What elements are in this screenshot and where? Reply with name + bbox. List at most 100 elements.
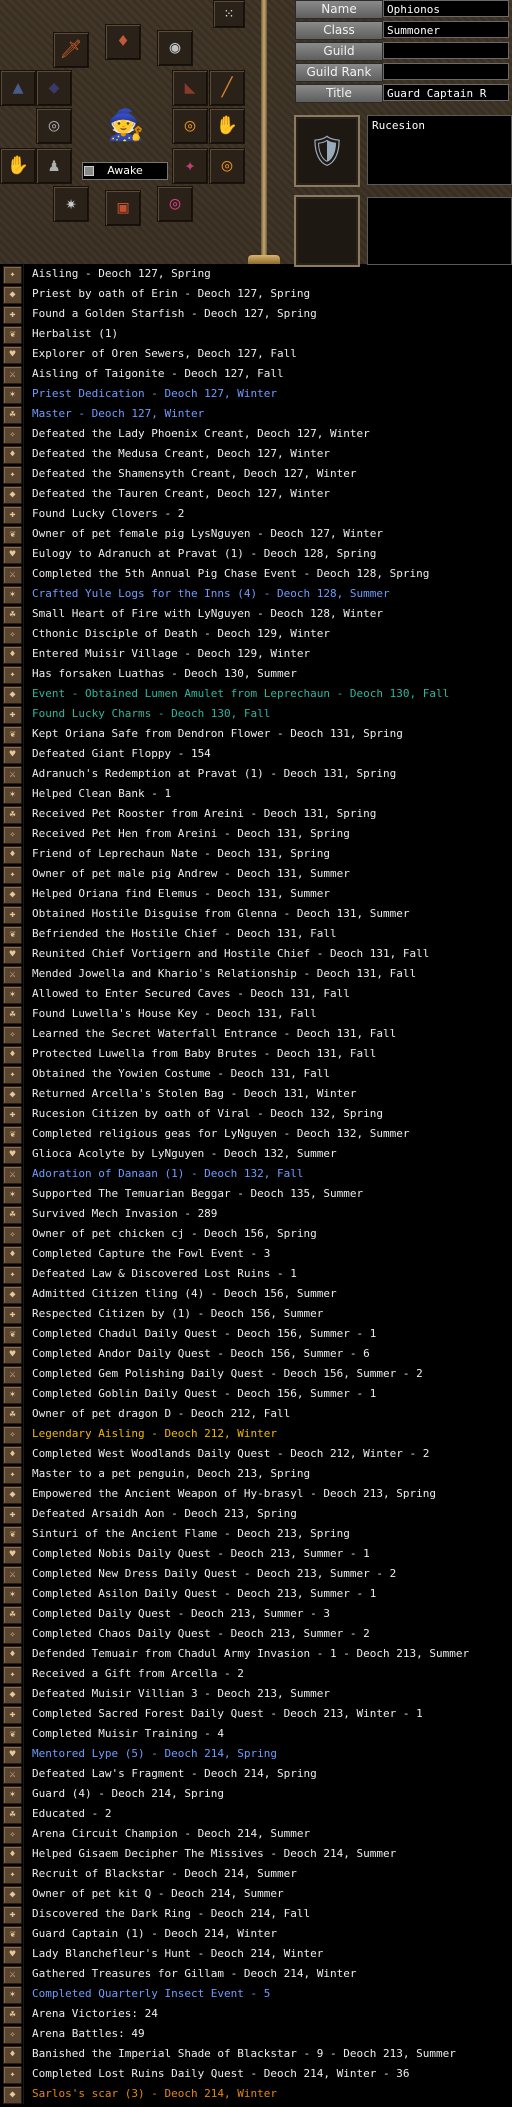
legend-mark-icon: ✦ — [3, 1466, 22, 1484]
legend-separator — [23, 484, 24, 504]
character-avatar: 🧙 — [107, 108, 145, 143]
legend-separator — [23, 824, 24, 844]
legend-separator — [23, 964, 24, 984]
legend-text: Adoration of Danaan (1) - Deoch 132, Fal… — [32, 1167, 304, 1180]
legend-separator — [23, 1164, 24, 1184]
legend-mark-icon: ♥ — [3, 1346, 22, 1364]
legend-separator — [23, 644, 24, 664]
earring-icon[interactable]: ♦ — [105, 24, 141, 60]
legend-row: ✦ Obtained the Yowien Costume - Deoch 131… — [0, 1064, 512, 1084]
ring-icon[interactable]: ◎ — [157, 186, 193, 222]
legend-separator — [23, 984, 24, 1004]
legend-row: ⚔ Adranuch's Redemption at Pravat (1) - D… — [0, 764, 512, 784]
legend-separator — [23, 1484, 24, 1504]
legend-mark-icon: ♥ — [3, 1546, 22, 1564]
legend-separator — [23, 1644, 24, 1664]
legend-row: ✶ Guard (4) - Deoch 214, Spring — [0, 1784, 512, 1804]
legend-text: Owner of pet kit Q - Deoch 214, Summer — [32, 1887, 284, 1900]
legend-row: ◆ Owner of pet kit Q - Deoch 214, Summer — [0, 1884, 512, 1904]
legend-row: ❦ Guard Captain (1) - Deoch 214, Winter — [0, 1924, 512, 1944]
portrait-frame[interactable] — [294, 195, 360, 267]
legend-text: Crafted Yule Logs for the Inns (4) - Deo… — [32, 587, 390, 600]
legend-text: Aisling - Deoch 127, Spring — [32, 267, 211, 280]
legend-text: Defeated Arsaidh Aon - Deoch 213, Spring — [32, 1507, 297, 1520]
ring-left-icon[interactable]: ◎ — [172, 108, 208, 144]
legend-text: Mended Jowella and Khario's Relationship… — [32, 967, 417, 980]
spider-icon[interactable]: ✷ — [53, 186, 89, 222]
necklace-icon[interactable]: ◉ — [157, 30, 193, 66]
legend-text: Completed Capture the Fowl Event - 3 — [32, 1247, 271, 1260]
gauntlet-right-icon[interactable]: ✋ — [0, 148, 36, 184]
legend-row: ♥ Defeated Giant Floppy - 154 — [0, 744, 512, 764]
legend-mark-icon: ☘ — [3, 1606, 22, 1624]
guild-value — [383, 42, 509, 59]
legend-separator — [23, 664, 24, 684]
legend-text: Found Lucky Charms - Deoch 130, Fall — [32, 707, 271, 720]
boots-icon[interactable]: ♟ — [36, 148, 72, 184]
legend-separator — [23, 1264, 24, 1284]
legend-text: Defeated Muisir Villian 3 - Deoch 213, S… — [32, 1687, 331, 1700]
legend-row: ❦ Sinturi of the Ancient Flame - Deoch 21… — [0, 1524, 512, 1544]
legend-mark-icon: ◆ — [3, 1686, 22, 1704]
legend-text: Master to a pet penguin, Deoch 213, Spri… — [32, 1467, 311, 1480]
legend-text: Arena Battles: 49 — [32, 2027, 145, 2040]
legend-mark-icon: ⚔ — [3, 1166, 22, 1184]
legend-separator — [23, 364, 24, 384]
legend-text: Obtained the Yowien Costume - Deoch 131,… — [32, 1067, 331, 1080]
status-field[interactable]: Awake — [82, 162, 168, 180]
legend-separator — [23, 1204, 24, 1224]
legend-separator — [23, 2064, 24, 2084]
legend-mark-icon: ♦ — [3, 446, 22, 464]
helm-icon[interactable]: 🗡 — [53, 32, 89, 68]
legend-row: ◆ Admitted Citizen tling (4) - Deoch 156,… — [0, 1284, 512, 1304]
legend-row: ☘ Educated - 2 — [0, 1804, 512, 1824]
accessory-icon[interactable]: ✦ — [172, 148, 208, 184]
legend-text: Found a Golden Starfish - Deoch 127, Spr… — [32, 307, 317, 320]
legend-text: Kept Oriana Safe from Dendron Flower - D… — [32, 727, 403, 740]
legend-row: ✶ Completed Asilon Daily Quest - Deoch 21… — [0, 1584, 512, 1604]
grid-toggle-icon[interactable]: ⁙ — [213, 0, 245, 28]
legend-separator — [23, 884, 24, 904]
belt-icon[interactable]: ◎ — [36, 108, 72, 144]
legend-text: Reunited Chief Vortigern and Hostile Chi… — [32, 947, 430, 960]
legend-mark-icon: ♥ — [3, 546, 22, 564]
weapon-icon[interactable]: ╱ — [209, 70, 245, 106]
legend-separator — [23, 2004, 24, 2024]
legend-text: Helped Gisaem Decipher The Missives - De… — [32, 1847, 397, 1860]
armor-icon[interactable]: ▲ — [0, 70, 36, 106]
guild-rank-label: Guild Rank — [295, 63, 383, 82]
legend-text: Aisling of Taigonite - Deoch 127, Fall — [32, 367, 284, 380]
shield-icon[interactable]: ◆ — [36, 70, 72, 106]
legend-mark-icon: ✧ — [3, 1826, 22, 1844]
legend-separator — [23, 1084, 24, 1104]
legend-mark-icon: ◆ — [3, 2086, 22, 2104]
gauntlet-left-icon[interactable]: ✋ — [209, 108, 245, 144]
legend-text: Helped Oriana find Elemus - Deoch 131, S… — [32, 887, 331, 900]
overcoat-icon[interactable]: ◣ — [172, 70, 208, 106]
legend-mark-icon: ⚔ — [3, 766, 22, 784]
legend-row: ✚ Discovered the Dark Ring - Deoch 214, F… — [0, 1904, 512, 1924]
legend-text: Mentored Lype (5) - Deoch 214, Spring — [32, 1747, 278, 1760]
ring-right-icon[interactable]: ◎ — [209, 148, 245, 184]
status-checkbox[interactable] — [84, 166, 94, 176]
legend-mark-icon: ♥ — [3, 346, 22, 364]
legend-row: ◆ Priest by oath of Erin - Deoch 127, Spr… — [0, 284, 512, 304]
legend-row: ♦ Defended Temuair from Chadul Army Invas… — [0, 1644, 512, 1664]
legend-mark-icon: ◆ — [3, 886, 22, 904]
title-label: Title — [295, 84, 383, 103]
legend-row: ✦ Recruit of Blackstar - Deoch 214, Summe… — [0, 1864, 512, 1884]
legend-text: Herbalist (1) — [32, 327, 119, 340]
profile-text-box[interactable] — [367, 197, 512, 265]
class-label: Class — [295, 21, 383, 40]
panel-divider-foot — [248, 255, 280, 264]
legend-separator — [23, 404, 24, 424]
legend-mark-icon: ◆ — [3, 1086, 22, 1104]
legend-separator — [23, 464, 24, 484]
legend-text: Priest Dedication - Deoch 127, Winter — [32, 387, 278, 400]
legend-mark-icon: ⚔ — [3, 966, 22, 984]
legend-separator — [23, 1904, 24, 1924]
legend-separator — [23, 504, 24, 524]
bag-icon[interactable]: ▣ — [105, 190, 141, 226]
legend-separator — [23, 864, 24, 884]
legend-row: ❦ Befriended the Hostile Chief - Deoch 13… — [0, 924, 512, 944]
